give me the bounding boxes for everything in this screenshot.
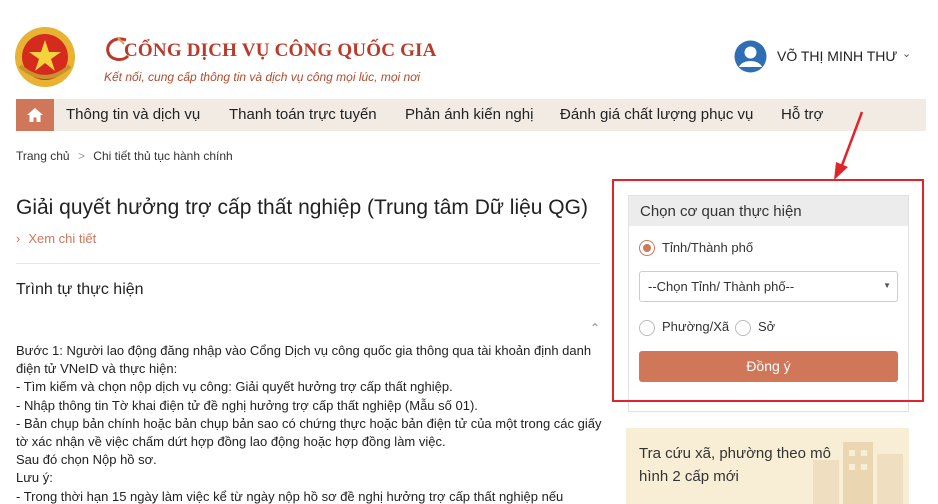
user-avatar-icon[interactable]: [734, 40, 767, 73]
nav-item-services[interactable]: Thông tin và dịch vụ: [66, 106, 200, 123]
ward-lookup-card[interactable]: Tra cứu xã, phường theo mô hình 2 cấp mớ…: [626, 428, 909, 504]
procedure-line: - Tìm kiếm và chọn nộp dịch vụ công: Giả…: [16, 379, 453, 395]
nav-home-button[interactable]: [16, 99, 54, 131]
see-more-link[interactable]: › Xem chi tiết: [16, 231, 96, 246]
national-emblem-icon[interactable]: [14, 26, 76, 88]
procedure-line: - Trong thời hạn 15 ngày làm việc kể từ …: [16, 488, 564, 504]
breadcrumb-current: Chi tiết thủ tục hành chính: [93, 149, 233, 163]
chevron-right-icon: ›: [16, 231, 21, 246]
procedure-text: Bước 1: Người lao động đăng nhập vào Cổn…: [16, 342, 608, 504]
main-nav: Thông tin và dịch vụ Thanh toán trực tuy…: [16, 99, 926, 131]
user-menu[interactable]: VÕ THỊ MINH THƯ: [777, 48, 897, 64]
nav-item-support[interactable]: Hỗ trợ: [781, 106, 823, 123]
procedure-line: Sau đó chọn Nộp hồ sơ.: [16, 452, 157, 468]
breadcrumb-separator: >: [77, 149, 85, 163]
nav-item-payment[interactable]: Thanh toán trực tuyến: [229, 106, 377, 123]
annotation-highlight-box: [612, 179, 924, 402]
chevron-down-icon[interactable]: ⌄: [902, 47, 911, 60]
breadcrumb: Trang chủ > Chi tiết thủ tục hành chính: [16, 149, 233, 163]
brand-title[interactable]: CỔNG DỊCH VỤ CÔNG QUỐC GIA: [124, 40, 437, 62]
site-header: CỔNG DỊCH VỤ CÔNG QUỐC GIA Kết nối, cung…: [0, 0, 938, 96]
divider: [16, 263, 600, 264]
annotation-arrow-icon: [834, 111, 864, 180]
page-title: Giải quyết hưởng trợ cấp thất nghiệp (Tr…: [16, 196, 588, 219]
brand-subtitle: Kết nối, cung cấp thông tin và dịch vụ c…: [104, 70, 421, 84]
nav-item-rating[interactable]: Đánh giá chất lượng phục vụ: [560, 106, 753, 123]
home-icon: [27, 108, 43, 122]
see-more-label: Xem chi tiết: [28, 231, 97, 246]
ward-lookup-text[interactable]: Tra cứu xã, phường theo mô hình 2 cấp mớ…: [639, 442, 839, 488]
chevron-up-icon[interactable]: ⌃: [590, 321, 600, 335]
procedure-line: Lưu ý:: [16, 470, 53, 486]
section-title: Trình tự thực hiện: [16, 281, 144, 298]
nav-item-feedback[interactable]: Phản ánh kiến nghị: [405, 106, 533, 123]
procedure-line: - Nhập thông tin Tờ khai điện tử đề nghị…: [16, 397, 478, 413]
procedure-line: Bước 1: Người lao động đăng nhập vào Cổn…: [16, 343, 592, 377]
procedure-line: - Bản chụp bản chính hoặc bản chụp bản s…: [16, 415, 602, 450]
breadcrumb-home[interactable]: Trang chủ: [16, 149, 70, 163]
